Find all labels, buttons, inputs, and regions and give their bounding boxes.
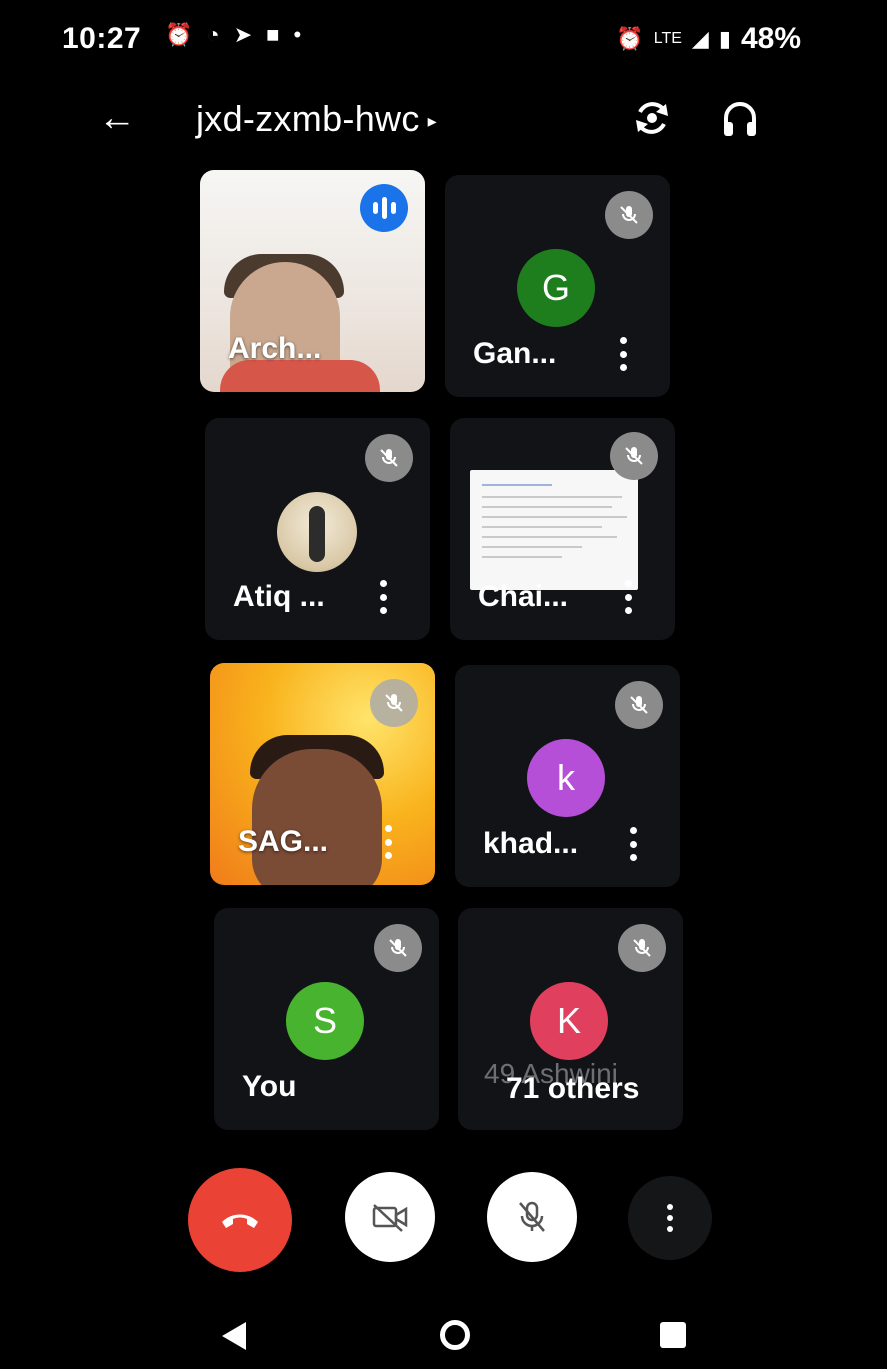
end-call-button[interactable] xyxy=(188,1168,292,1272)
participant-avatar: K xyxy=(530,982,608,1060)
call-controls xyxy=(0,1168,887,1272)
participant-tile-self[interactable]: S You xyxy=(214,908,439,1130)
participant-name: khad... xyxy=(483,827,579,860)
mic-off-icon xyxy=(370,679,418,727)
participant-tile[interactable]: Chai... xyxy=(450,418,675,640)
participant-tile[interactable]: Atiq ... xyxy=(205,418,430,640)
battery-icon: ▮ xyxy=(718,26,731,51)
telegram-icon: ➤ xyxy=(233,22,253,47)
participant-avatar: G xyxy=(517,249,595,327)
mic-off-icon xyxy=(374,924,422,972)
participant-name: Arch... xyxy=(228,332,322,365)
nav-home-icon[interactable] xyxy=(440,1320,470,1350)
participant-tile[interactable]: SAG... xyxy=(210,663,435,885)
switch-camera-icon[interactable] xyxy=(628,94,676,142)
battery-percent: 48% xyxy=(740,22,801,55)
participant-menu-icon[interactable] xyxy=(621,825,645,863)
participant-avatar: S xyxy=(286,982,364,1060)
mic-off-icon xyxy=(519,1201,545,1232)
nav-recents-icon[interactable] xyxy=(660,1322,686,1348)
signal-icon: ◢ xyxy=(691,26,709,51)
status-notification-icons: ⏰ ◔ ➤ ■ • xyxy=(165,22,301,48)
video-off-icon xyxy=(372,1204,408,1232)
participant-name: Gan... xyxy=(473,337,557,370)
system-nav-bar xyxy=(0,1300,887,1369)
status-time: 10:27 xyxy=(62,22,142,55)
participant-name: You xyxy=(242,1070,297,1103)
participant-name: SAG... xyxy=(238,825,329,858)
back-arrow-icon[interactable]: ← xyxy=(95,96,139,140)
notification-icon: ◔ xyxy=(206,22,220,47)
participant-menu-icon[interactable] xyxy=(376,823,400,861)
more-vert-icon xyxy=(667,1204,673,1232)
participant-tile[interactable]: G Gan... xyxy=(445,175,670,397)
mic-off-icon xyxy=(618,924,666,972)
nav-back-icon[interactable] xyxy=(222,1322,246,1350)
participant-name: Atiq ... xyxy=(233,580,325,613)
chevron-right-icon: ▸ xyxy=(427,110,437,131)
more-options-button[interactable] xyxy=(628,1176,712,1260)
meeting-header: ← jxd-zxmb-hwc ▸ xyxy=(0,80,887,160)
phone-hangup-icon xyxy=(222,1214,258,1228)
mic-toggle-button[interactable] xyxy=(487,1172,577,1262)
alarm-icon: ⏰ xyxy=(165,22,193,47)
others-tile[interactable]: K 49 Ashwini 71 others xyxy=(458,908,683,1130)
participant-menu-icon[interactable] xyxy=(371,578,395,616)
mic-off-icon xyxy=(610,432,658,480)
participant-tile[interactable]: Arch... xyxy=(200,170,425,392)
lte-label: LTE xyxy=(653,30,682,47)
participant-menu-icon[interactable] xyxy=(611,335,635,373)
participant-menu-icon[interactable] xyxy=(616,578,640,616)
mic-off-icon xyxy=(365,434,413,482)
speaking-indicator-icon xyxy=(360,184,408,232)
participant-name: Chai... xyxy=(478,580,569,613)
dot-icon: • xyxy=(293,22,302,47)
mic-off-icon xyxy=(615,681,663,729)
headphones-icon[interactable] xyxy=(716,94,764,142)
participant-photo xyxy=(277,492,357,572)
alarm-icon: ⏰ xyxy=(616,26,644,51)
screen-share-preview xyxy=(470,470,638,590)
meeting-code-button[interactable]: jxd-zxmb-hwc ▸ xyxy=(196,98,437,140)
participant-tile[interactable]: k khad... xyxy=(455,665,680,887)
meeting-code: jxd-zxmb-hwc xyxy=(196,98,420,139)
mic-off-icon xyxy=(605,191,653,239)
app-notification-icon: ■ xyxy=(266,22,280,47)
camera-toggle-button[interactable] xyxy=(345,1172,435,1262)
participant-avatar: k xyxy=(527,739,605,817)
status-bar: 10:27 ⏰ ◔ ➤ ■ • ⏰ LTE ◢ ▮ 48% xyxy=(0,0,887,80)
status-system-icons: ⏰ LTE ◢ ▮ 48% xyxy=(616,22,801,56)
others-count: 71 others xyxy=(506,1072,640,1105)
